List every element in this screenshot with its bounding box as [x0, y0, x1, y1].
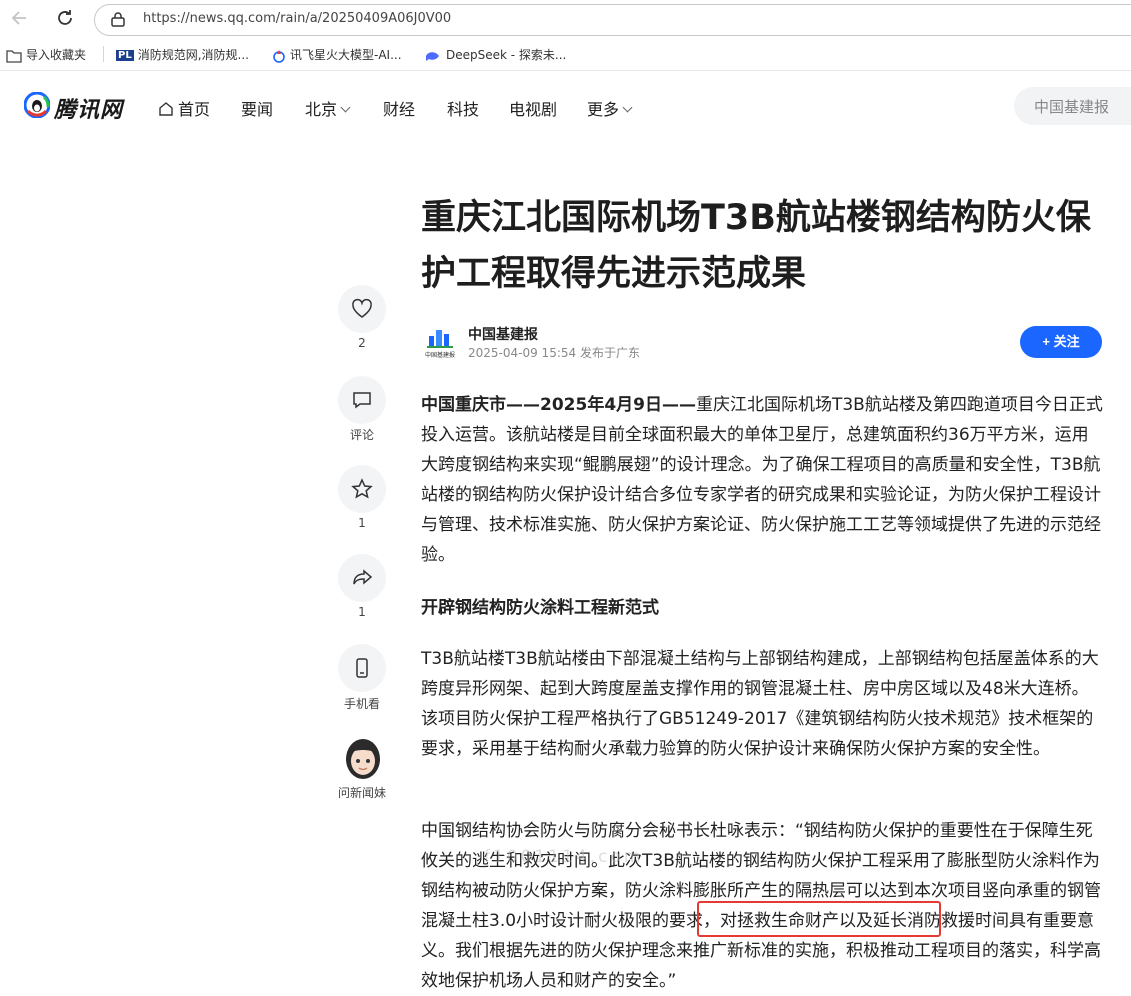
nav-top-news[interactable]: 要闻: [241, 96, 273, 120]
intro-body: 重庆江北国际机场T3B航站楼及第四跑道项目今日正式投入运营。该航站楼是目前全球面…: [421, 395, 1103, 565]
like-count: 2: [358, 336, 366, 350]
phone-icon: [356, 658, 368, 678]
share-count: 1: [358, 605, 366, 619]
spark-icon: [273, 49, 285, 63]
bookmark-fire-code[interactable]: PL 消防规范网,消防规...: [116, 46, 249, 63]
follow-button[interactable]: + 关注: [1020, 326, 1102, 358]
bookmarks-bar: 导入收藏夹 PL 消防规范网,消防规... 讯飞星火大模型-AI... DeepS…: [0, 38, 1131, 71]
nav-finance[interactable]: 财经: [383, 96, 415, 120]
comment-icon: [353, 392, 371, 409]
nav-more[interactable]: 更多: [587, 96, 633, 120]
comment-label: 评论: [349, 428, 374, 442]
paragraph-structure: T3B航站楼T3B航站楼由下部混凝土结构与上部钢结构建成，上部钢结构包括屋盖体系…: [421, 649, 1099, 759]
news-assistant-avatar[interactable]: [341, 735, 385, 781]
article-title: 重庆江北国际机场T3B航站楼钢结构防火保护工程取得先进示范成果: [421, 198, 1091, 294]
favorite-count: 1: [358, 516, 366, 530]
home-icon: [159, 102, 173, 116]
author-avatar[interactable]: 中国基建报: [425, 328, 455, 359]
qq-penguin-icon: [24, 92, 50, 118]
chevron-down-icon: [622, 102, 633, 113]
mobile-view-label: 手机看: [343, 697, 380, 711]
folder-import-icon: [6, 49, 22, 63]
comment-button[interactable]: [338, 376, 386, 424]
back-arrow-icon[interactable]: [8, 8, 32, 30]
nav-tv[interactable]: 电视剧: [509, 96, 557, 120]
pl-site-icon: PL: [116, 50, 134, 61]
watermark: f1001114.com: [484, 847, 644, 867]
bookmark-import[interactable]: 导入收藏夹: [6, 46, 86, 63]
lock-icon: [111, 12, 125, 27]
browser-toolbar: https://news.qq.com/rain/a/20250409A06J0…: [0, 0, 1131, 38]
reload-icon[interactable]: [53, 8, 77, 30]
nav-tech[interactable]: 科技: [447, 96, 479, 120]
paragraph-intro: 中国重庆市——2025年4月9日——重庆江北国际机场T3B航站楼及第四跑道项目今…: [421, 390, 1103, 570]
nav-beijing[interactable]: 北京: [305, 96, 351, 120]
like-button[interactable]: [338, 285, 386, 333]
favorite-button[interactable]: [338, 465, 386, 513]
star-icon: [351, 478, 373, 499]
mobile-view-button[interactable]: [338, 644, 386, 692]
chevron-down-icon: [340, 102, 351, 113]
bookmark-xunfei[interactable]: 讯飞星火大模型-AI...: [272, 46, 402, 63]
publish-meta: 2025-04-09 15:54 发布于广东: [468, 346, 640, 360]
search-input[interactable]: 中国基建报: [1014, 87, 1131, 125]
share-button[interactable]: [338, 554, 386, 602]
section-heading: 开辟钢结构防火涂料工程新范式: [421, 598, 659, 618]
bookmark-separator: [103, 46, 104, 62]
whale-icon: [426, 51, 439, 61]
building-logo-icon: [427, 330, 453, 348]
url-text: https://news.qq.com/rain/a/20250409A06J0…: [143, 11, 452, 26]
share-icon: [353, 569, 373, 585]
author-logo-caption: 中国基建报: [425, 352, 456, 359]
intro-dateline: 中国重庆市——2025年4月9日——: [421, 395, 696, 415]
nav-home[interactable]: 首页: [158, 96, 210, 120]
news-assistant-label: 问新闻妹: [338, 786, 387, 800]
heart-icon: [352, 298, 372, 318]
author-name[interactable]: 中国基建报: [468, 324, 538, 344]
bookmark-deepseek[interactable]: DeepSeek - 探索未...: [424, 46, 566, 63]
address-bar[interactable]: https://news.qq.com/rain/a/20250409A06J0…: [94, 4, 1131, 36]
highlight-box: [697, 901, 941, 937]
